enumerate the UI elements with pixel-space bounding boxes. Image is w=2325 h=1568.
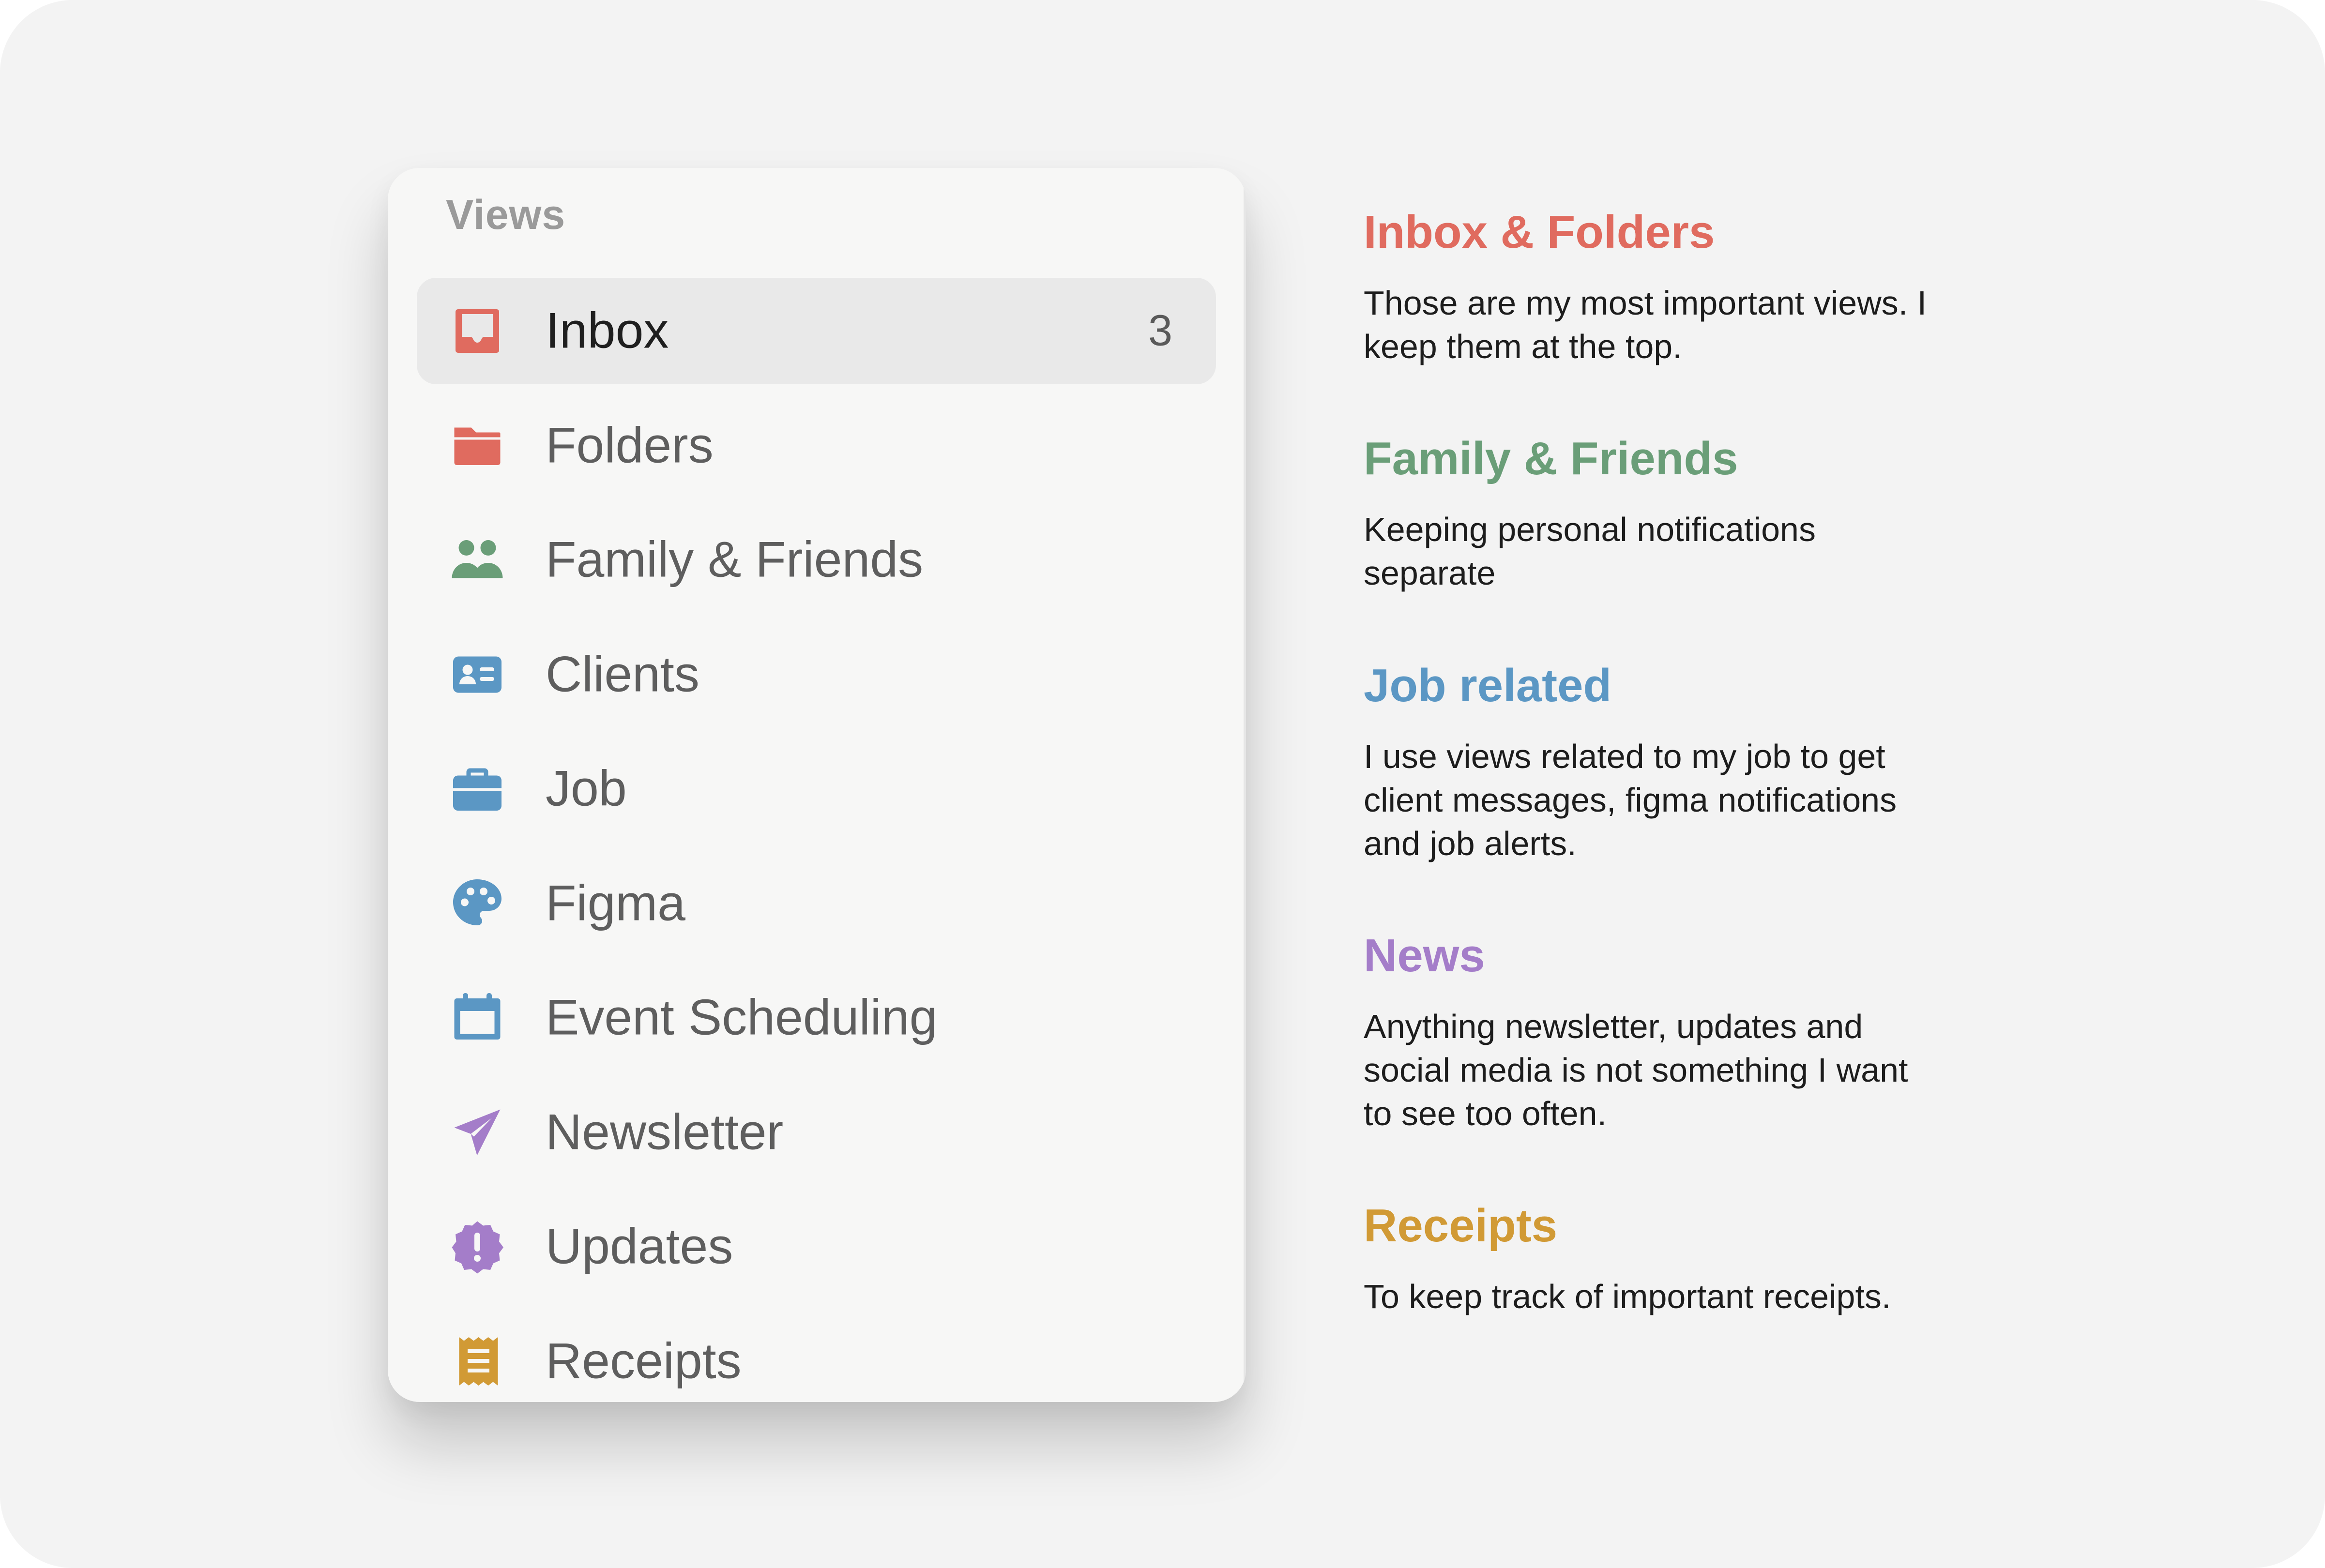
alert-badge-icon (448, 1218, 506, 1276)
sidebar-item-label: Family & Friends (546, 531, 924, 588)
description-text: Anything newsletter, updates and social … (1364, 1008, 1908, 1133)
calendar-icon (448, 989, 506, 1047)
sidebar-item-label: Newsletter (546, 1104, 784, 1160)
description-text: Keeping personal notifications separate (1364, 511, 1816, 592)
description-receipts: Receipts To keep track of important rece… (1364, 1199, 1945, 1318)
sidebar-item-newsletter[interactable]: Newsletter (417, 1079, 1216, 1186)
sidebar-item-label: Folders (546, 417, 714, 473)
sidebar-item-updates[interactable]: Updates (417, 1193, 1216, 1300)
description-news: News Anything newsletter, updates and so… (1364, 929, 1945, 1135)
description-title: News (1364, 930, 1485, 981)
contact-card-icon (448, 646, 506, 704)
description-job-related: Job related I use views related to my jo… (1364, 659, 1945, 865)
sidebar-item-label: Job (546, 760, 627, 817)
paper-plane-icon (448, 1103, 506, 1161)
sidebar-item-label: Clients (546, 646, 699, 702)
sidebar-item-label: Inbox (546, 302, 669, 359)
views-list: Inbox 3 Folders Family & Friends Clients… (417, 278, 1216, 1402)
views-sidebar: Views Inbox 3 Folders Family & Friends C… (388, 168, 1246, 1402)
sidebar-item-inbox[interactable]: Inbox 3 (417, 278, 1216, 384)
sidebar-item-family-friends[interactable]: Family & Friends (417, 507, 1216, 613)
sidebar-item-event-scheduling[interactable]: Event Scheduling (417, 965, 1216, 1071)
description-title: Inbox & Folders (1364, 206, 1715, 258)
briefcase-icon (448, 760, 506, 818)
sidebar-item-label: Receipts (546, 1333, 742, 1389)
sidebar-item-label: Updates (546, 1218, 733, 1275)
sidebar-item-figma[interactable]: Figma (417, 850, 1216, 957)
unread-count-badge: 3 (1148, 306, 1172, 355)
background-canvas: Views Inbox 3 Folders Family & Friends C… (0, 0, 2325, 1568)
description-text: To keep track of important receipts. (1364, 1278, 1891, 1316)
sidebar-item-label: Event Scheduling (546, 989, 938, 1046)
palette-icon (448, 874, 506, 933)
sidebar-item-label: Figma (546, 875, 685, 931)
sidebar-item-clients[interactable]: Clients (417, 621, 1216, 728)
description-text: I use views related to my job to get cli… (1364, 738, 1897, 863)
description-family-friends: Family & Friends Keeping personal notifi… (1364, 432, 1945, 595)
folder-icon (448, 417, 506, 475)
description-title: Job related (1364, 660, 1612, 711)
description-text: Those are my most important views. I kee… (1364, 284, 1927, 366)
description-inbox-folders: Inbox & Folders Those are my most import… (1364, 206, 1945, 368)
sidebar-item-folders[interactable]: Folders (417, 392, 1216, 499)
description-title: Receipts (1364, 1200, 1558, 1251)
inbox-tray-icon (448, 302, 506, 360)
description-title: Family & Friends (1364, 433, 1738, 484)
views-heading: Views (446, 192, 566, 238)
sidebar-item-job[interactable]: Job (417, 736, 1216, 842)
receipt-icon (448, 1332, 506, 1390)
sidebar-item-receipts[interactable]: Receipts (417, 1308, 1216, 1402)
people-icon (448, 531, 506, 589)
